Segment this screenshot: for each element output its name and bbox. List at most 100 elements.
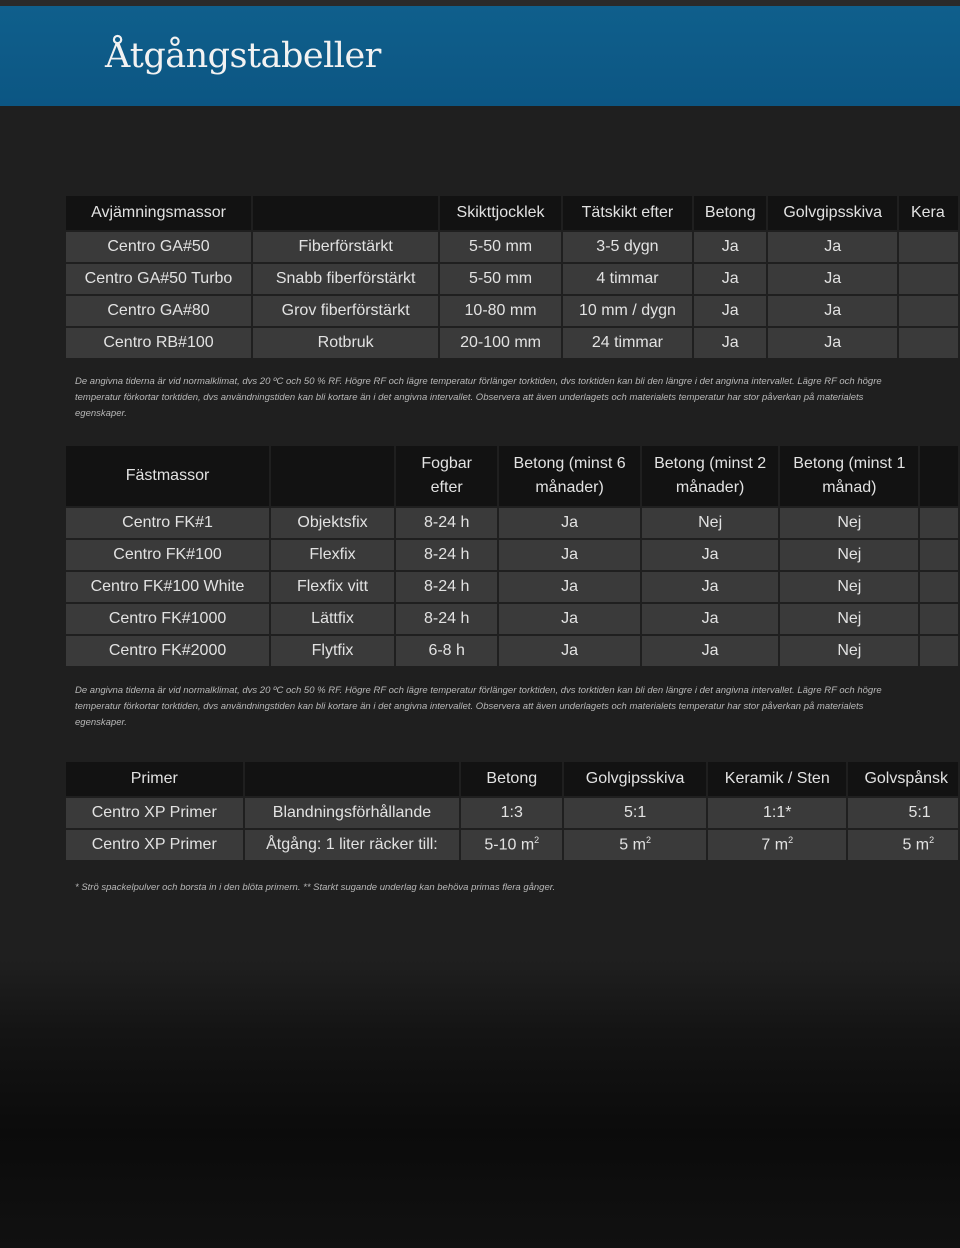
header-cell [244, 762, 460, 796]
table-cell: Centro RB#100 [66, 328, 251, 358]
table-row: Centro GA#50 Fiberförstärkt 5-50 mm 3-5 … [66, 232, 958, 262]
table-cell: 8-24 h [395, 604, 498, 634]
table-cell [920, 508, 958, 538]
table-cell: 5:1 [848, 798, 958, 828]
header-cell [920, 446, 958, 506]
table-cell: 1:1* [708, 798, 847, 828]
table-cell [920, 572, 958, 602]
table-row: Centro FK#1000 Lättfix 8-24 h Ja Ja Nej [66, 604, 958, 634]
cell-value: 5-10 m [484, 836, 535, 854]
table-cell: Ja [499, 508, 640, 538]
table-cell: 8-24 h [395, 508, 498, 538]
table-primer: Primer Betong Golvgipsskiva Keramik / St… [64, 760, 960, 862]
header-cell: Kera [898, 196, 958, 230]
table-row: Centro FK#100 White Flexfix vitt 8-24 h … [66, 572, 958, 602]
table-cell: Fiberförstärkt [253, 232, 439, 262]
cell-value: 7 m [761, 836, 789, 854]
table-cell: 10-80 mm [440, 296, 561, 326]
table-cell: Centro GA#50 [66, 232, 251, 262]
header-cell: Avjämningsmassor [66, 196, 251, 230]
table-cell: Ja [694, 328, 767, 358]
table-header-row: Avjämningsmassor Skikttjocklek Tätskikt … [66, 196, 958, 230]
table-cell: Blandningsförhållande [244, 798, 460, 828]
table2-footnote: De angivna tiderna är vid normalklimat, … [75, 685, 882, 728]
table-cell [920, 540, 958, 570]
table-cell: Åtgång: 1 liter räcker till: [244, 830, 460, 860]
table-cell: Ja [694, 296, 767, 326]
unit-superscript: 2 [929, 835, 935, 846]
header-cell: Golvgipsskiva [768, 196, 897, 230]
table-cell: Centro FK#100 [66, 540, 270, 570]
table-cell: Flexfix [271, 540, 394, 570]
header-cell: Betong (minst 1 månad) [780, 446, 919, 506]
table-cell: 24 timmar [562, 328, 693, 358]
table-row: Centro XP Primer Åtgång: 1 liter räcker … [66, 830, 958, 860]
table-cell: 5 m2 [848, 830, 958, 860]
table-cell: Ja [694, 264, 767, 294]
table-cell: Centro GA#80 [66, 296, 251, 326]
table-cell: 20-100 mm [440, 328, 561, 358]
table-cell: 5-50 mm [440, 264, 561, 294]
header-cell [271, 446, 394, 506]
header-cell: Primer [66, 762, 243, 796]
table-cell: Nej [780, 540, 919, 570]
table-cell: Centro XP Primer [66, 830, 243, 860]
table-cell: Centro FK#2000 [66, 636, 270, 666]
table-row: Centro FK#100 Flexfix 8-24 h Ja Ja Nej [66, 540, 958, 570]
table-cell: Centro XP Primer [66, 798, 243, 828]
table-cell [898, 296, 958, 326]
header-cell: Betong (minst 2 månader) [641, 446, 779, 506]
table-cell: Flytfix [271, 636, 394, 666]
table-row: Centro GA#50 Turbo Snabb fiberförstärkt … [66, 264, 958, 294]
table-cell: Ja [768, 296, 897, 326]
table-cell: 1:3 [461, 798, 563, 828]
table-cell: Snabb fiberförstärkt [253, 264, 439, 294]
header-cell: Skikttjocklek [440, 196, 561, 230]
table-cell: 4 timmar [562, 264, 693, 294]
table-fastmassor: Fästmassor Fogbar efter Betong (minst 6 … [64, 444, 960, 668]
table-cell: 5 m2 [564, 830, 707, 860]
table-cell: Centro GA#50 Turbo [66, 264, 251, 294]
table-cell: 10 mm / dygn [562, 296, 693, 326]
table-cell: 5:1 [564, 798, 707, 828]
cell-value: 5 m [619, 836, 646, 854]
table-cell: Nej [780, 604, 919, 634]
table-cell: Ja [641, 636, 779, 666]
table-cell [920, 604, 958, 634]
table-cell: 5-10 m2 [461, 830, 563, 860]
table-row: Centro XP Primer Blandningsförhållande 1… [66, 798, 958, 828]
table-cell: Grov fiberförstärkt [253, 296, 439, 326]
table-cell: Ja [694, 232, 767, 262]
header-cell: Betong [694, 196, 767, 230]
table-cell: Lättfix [271, 604, 394, 634]
table-cell: Centro FK#1000 [66, 604, 270, 634]
table-cell: 8-24 h [395, 572, 498, 602]
table-row: Centro FK#2000 Flytfix 6-8 h Ja Ja Nej [66, 636, 958, 666]
table-row: Centro FK#1 Objektsfix 8-24 h Ja Nej Nej [66, 508, 958, 538]
table-cell: Ja [641, 540, 779, 570]
table-cell [898, 328, 958, 358]
table-cell: Ja [499, 636, 640, 666]
table-cell [898, 232, 958, 262]
table-cell: 6-8 h [395, 636, 498, 666]
table-cell: Flexfix vitt [271, 572, 394, 602]
table-cell: 7 m2 [708, 830, 847, 860]
header-cell: Tätskikt efter [562, 196, 693, 230]
background-fade [0, 960, 960, 1248]
table-cell: Ja [499, 572, 640, 602]
table-cell: Ja [641, 604, 779, 634]
unit-superscript: 2 [788, 835, 794, 846]
header-cell: Betong [461, 762, 563, 796]
page-header: Åtgångstabeller [0, 6, 960, 106]
table-cell: Rotbruk [253, 328, 439, 358]
table-cell: Centro FK#1 [66, 508, 270, 538]
header-cell [253, 196, 439, 230]
table-cell: Nej [780, 508, 919, 538]
unit-superscript: 2 [534, 835, 540, 846]
table-cell: Objektsfix [271, 508, 394, 538]
table-cell: Ja [499, 540, 640, 570]
table-row: Centro RB#100 Rotbruk 20-100 mm 24 timma… [66, 328, 958, 358]
table-cell: Ja [499, 604, 640, 634]
table-cell: Ja [641, 572, 779, 602]
table-header-row: Primer Betong Golvgipsskiva Keramik / St… [66, 762, 958, 796]
